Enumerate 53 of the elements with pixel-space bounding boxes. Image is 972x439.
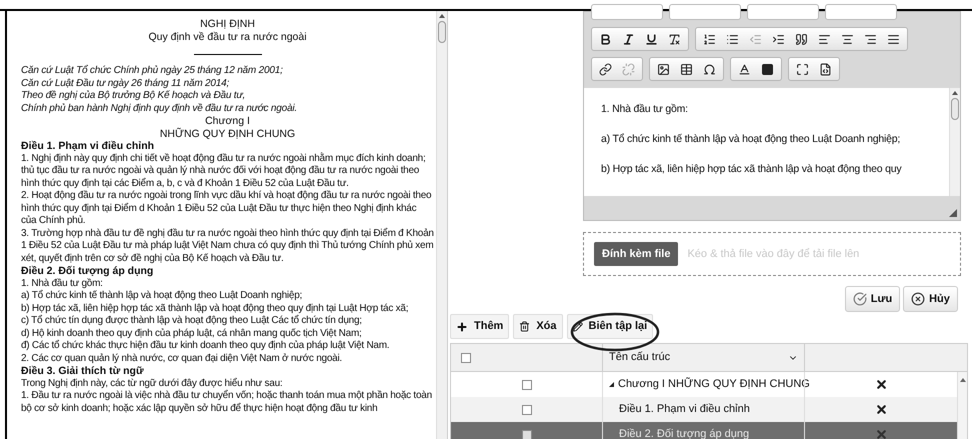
chapter-heading: Chương I [204, 115, 251, 128]
chapter-heading: NHỮNG QUY ĐỊNH CHUNG [158, 128, 296, 140]
document-paragraph: đ) Các tổ chức khác thực hiện đầu tư kinh doanh theo quy định của pháp luật Việt Nam. [21, 340, 390, 352]
check-icon [852, 292, 867, 306]
delete-icon [874, 403, 888, 416]
pencil-icon [572, 322, 583, 332]
document-paragraph: b) Hợp tác xã, liên hiệp hợp tác xã thành lập và hoạt động theo quy định tại Luật Hợp tác xã; [21, 302, 410, 314]
save-button[interactable]: Lưu [845, 286, 900, 312]
document-paragraph: 2. Các cơ quan quản lý nhà nước, cơ quan đại diện Việt Nam ở nước ngoài. [21, 352, 343, 365]
document-paragraph: 3. Trường hợp nhà đầu tư đề nghị đầu tư ra nước ngoài theo hình thức quy định tại Điểm đ Khoản 1 Điều 52 của Luật Đầu tư mà pháp luật Việt Nam chưa có quy định thì Thủ tướng Chính phủ xem xét, quyết định trên cơ sở đề nghị của Bộ Kế hoạch và Đầu tư. [21, 228, 434, 265]
document-paragraph: 1. Đầu tư ra nước ngoài là việc nhà đầu tư chuyển vốn; hoặc thanh toán mua một phần hoặc toàn bộ cơ sở kinh doanh; hoặc xác lập quyền sở hữu để thực hiện hoạt động đầu tư kinh [21, 390, 433, 415]
table-row[interactable]: Điều 1. Phạm vi điều chỉnh [451, 397, 957, 422]
document-paragraph: 2. Hoạt động đầu tư ra nước ngoài trong lĩnh vực dầu khí và hoạt động đầu tư ra nước ngoài theo hình thức quy định tại Điểm d Khoản 1 Điều 52 của Luật Đầu tư thực hiện theo Nghị định khác của Chính phủ. [21, 190, 432, 228]
add-button[interactable]: Thêm [450, 314, 510, 339]
document-paragraph: c) Tổ chức tín dụng được thành lập và hoạt động theo Luật Các tổ chức tín dụng; [21, 315, 363, 328]
scrollbar[interactable] [436, 11, 447, 439]
delete-icon [874, 428, 888, 439]
scroll-up-icon[interactable] [960, 378, 966, 382]
document-title: NGHỊ ĐỊNH [199, 18, 256, 31]
select-all-checkbox[interactable] [461, 352, 471, 362]
expand-arrow-icon[interactable] [609, 382, 614, 387]
article-heading: Điều 1. Phạm vi điều chỉnh [21, 140, 156, 152]
preamble-line: Chính phủ ban hành Nghị định quy định về đầu tư ra nước ngoài. [21, 102, 298, 115]
structure-name: Chương I NHỮNG QUY ĐỊNH CHUNG [618, 376, 810, 392]
resize-grip-icon[interactable] [949, 209, 957, 217]
document-paragraph: 1. Nhà đầu tư gồm: [21, 278, 104, 290]
row-checkbox[interactable] [522, 380, 532, 390]
article-heading: Điều 2. Đối tượng áp dụng [21, 265, 154, 278]
scrollbar[interactable] [949, 88, 960, 196]
cancel-button[interactable]: Hủy [903, 286, 958, 312]
structure-name: Điều 1. Phạm vi điều chỉnh [619, 402, 750, 418]
document-paragraph: d) Hộ kinh doanh theo quy định của pháp luật, cá nhân mang quốc tịch Việt Nam; [21, 328, 363, 340]
preamble-line: Căn cứ Luật Tổ chức Chính phủ ngày 25 tháng 12 năm 2001; [21, 65, 284, 78]
editor-paragraph: a) Tổ chức kinh tế thành lập và hoạt động theo Luật Doanh nghiệp; [601, 132, 902, 146]
delete-button[interactable]: Xóa [513, 314, 563, 339]
plus-icon [456, 320, 468, 332]
article-heading: Điều 3. Giải thích từ ngữ [21, 365, 145, 378]
close-icon [911, 292, 926, 306]
row-checkbox[interactable] [522, 430, 532, 439]
scroll-thumb[interactable] [438, 21, 446, 43]
document-paragraph: 1. Nghị định này quy định chi tiết về hoạt động đầu tư ra nước ngoài nhằm mục đích kinh doanh; thủ tục đầu tư ra nước ngoài và quản lý nhà nước đối với hoạt động đầu tư ra nước ngoài theo hình thức quy định tại các Điểm a, b, c và đ Khoản 1 Điều 52 của Luật Đầu tư. [21, 152, 426, 190]
document-paragraph: a) Tổ chức kinh tế thành lập và hoạt động theo Luật Doanh nghiệp; [21, 290, 304, 302]
scroll-thumb[interactable] [951, 98, 959, 120]
trash-icon [519, 321, 530, 332]
delete-icon [874, 378, 888, 391]
document-subtitle: Quy định về đầu tư ra nước ngoài [147, 31, 308, 44]
attach-file-button[interactable]: Đính kèm file [594, 242, 678, 266]
preamble-line: Căn cứ Luật Đầu tư ngày 26 tháng 11 năm 2014; [21, 78, 230, 90]
editor-paragraph: 1. Nhà đầu tư gồm: [601, 102, 689, 116]
document-paragraph: Trong Nghị định này, các từ ngữ dưới đây được hiểu như sau: [21, 378, 284, 390]
editor-paragraph: b) Hợp tác xã, liên hiệp hợp tác xã thành lập và hoạt động theo quy [601, 162, 902, 176]
preamble-line: Theo đề nghị của Bộ trưởng Bộ Kế hoạch và Đầu tư, [21, 90, 246, 102]
row-checkbox[interactable] [522, 404, 532, 414]
